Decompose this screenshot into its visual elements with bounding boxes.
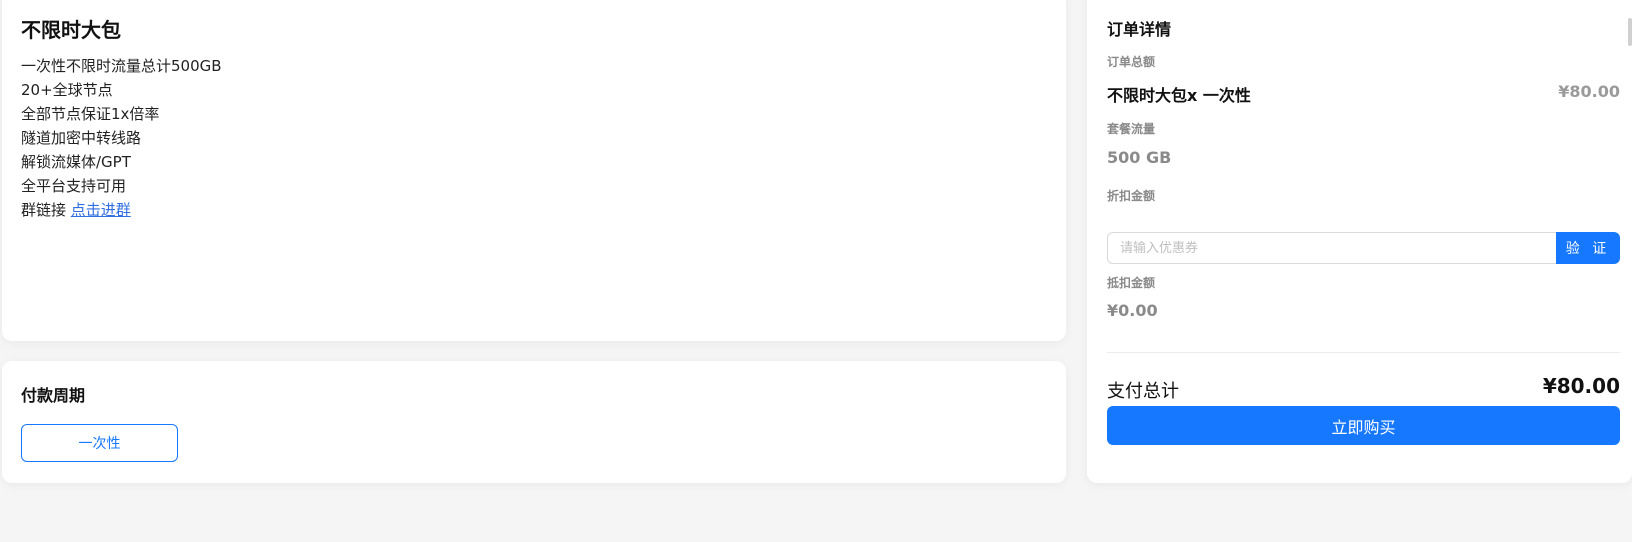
- order-details-card: 订单详情 订单总额 不限时大包x 一次性 ¥80.00 套餐流量 500 GB …: [1087, 0, 1632, 483]
- cycle-option-one-time[interactable]: 一次性: [21, 424, 178, 462]
- deduction-label: 抵扣金额: [1107, 276, 1156, 290]
- traffic-label: 套餐流量: [1107, 122, 1156, 136]
- plan-features-list: 一次性不限时流量总计500GB 20+全球节点 全部节点保证1x倍率 隧道加密中…: [21, 54, 222, 222]
- divider: [1107, 352, 1620, 353]
- order-item-name: 不限时大包x 一次性: [1107, 86, 1251, 105]
- payment-cycle-title: 付款周期: [21, 386, 86, 405]
- payment-total-value: ¥80.00: [1542, 374, 1620, 398]
- plan-feature-item: 解锁流媒体/GPT: [21, 153, 131, 171]
- order-item-price: ¥80.00: [1558, 82, 1620, 101]
- order-details-title: 订单详情: [1107, 20, 1172, 39]
- coupon-input[interactable]: [1107, 232, 1556, 264]
- plan-feature-item: 一次性不限时流量总计500GB: [21, 57, 222, 75]
- plan-feature-item: 全平台支持可用: [21, 177, 127, 195]
- order-total-label: 订单总额: [1107, 55, 1156, 69]
- plan-feature-group: 群链接 点击进群: [21, 198, 222, 222]
- group-link-prefix: 群链接: [21, 201, 71, 219]
- buy-now-button[interactable]: 立即购买: [1107, 406, 1620, 445]
- plan-feature-item: 20+全球节点: [21, 81, 113, 99]
- scrollbar-thumb[interactable]: [1628, 18, 1632, 46]
- plan-feature-item: 隧道加密中转线路: [21, 129, 142, 147]
- plan-feature-item: 全部节点保证1x倍率: [21, 105, 160, 123]
- deduction-value: ¥0.00: [1107, 301, 1158, 320]
- coupon-row: 验 证: [1107, 232, 1620, 264]
- plan-card: 不限时大包 一次性不限时流量总计500GB 20+全球节点 全部节点保证1x倍率…: [2, 0, 1066, 341]
- discount-label: 折扣金额: [1107, 189, 1156, 203]
- payment-cycle-card: 付款周期 一次性: [2, 361, 1066, 483]
- group-link[interactable]: 点击进群: [71, 201, 131, 219]
- payment-total-label: 支付总计: [1107, 381, 1179, 402]
- plan-title: 不限时大包: [21, 18, 121, 42]
- verify-coupon-button[interactable]: 验 证: [1556, 232, 1620, 264]
- traffic-value: 500 GB: [1107, 148, 1172, 167]
